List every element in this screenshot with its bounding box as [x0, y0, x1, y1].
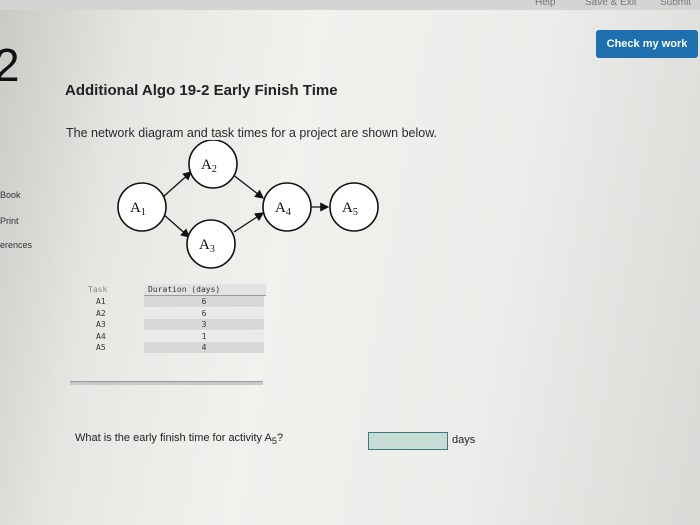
- question-number: 2: [0, 39, 20, 91]
- question-intro: The network diagram and task times for a…: [66, 126, 438, 140]
- prompt-text-end: ?: [276, 432, 284, 444]
- sidebar-item-book[interactable]: Book: [0, 190, 21, 200]
- edge-a1-a3: [162, 213, 190, 238]
- duration-cell: 6: [144, 296, 264, 307]
- sidebar-item-references[interactable]: erences: [0, 240, 32, 250]
- duration-cell: 3: [144, 319, 264, 330]
- table-row: A1 6: [82, 296, 264, 308]
- duration-cell: 6: [144, 307, 264, 319]
- duration-cell: 4: [144, 342, 264, 353]
- edge-a2-a4: [231, 173, 265, 199]
- table-row: A3 3: [82, 319, 264, 331]
- table-row: A5 4: [82, 342, 264, 354]
- table-header: Task Duration (days): [82, 284, 266, 296]
- help-link[interactable]: Help: [535, 0, 556, 8]
- header-task: Task: [88, 285, 108, 294]
- answer-unit: days: [452, 434, 476, 446]
- save-exit-link[interactable]: Save & Exit: [585, 0, 637, 8]
- table-bottom-rule: [70, 381, 263, 385]
- task-cell: A3: [96, 320, 106, 329]
- table-row: A2 6: [82, 307, 264, 320]
- task-cell: A4: [96, 331, 106, 341]
- network-diagram: A1 A2 A3 A4 A5: [117, 140, 379, 269]
- table-row: A4 1: [82, 330, 264, 343]
- task-cell: A1: [96, 297, 106, 306]
- question-title: Additional Algo 19-2 Early Finish Time: [65, 82, 338, 99]
- header-duration: Duration (days): [144, 284, 266, 296]
- prompt-text: What is the early finish time for activi…: [75, 432, 272, 444]
- answer-input[interactable]: [368, 432, 448, 450]
- edge-a3-a4: [233, 212, 265, 233]
- task-cell: A2: [96, 308, 106, 318]
- duration-cell: 1: [144, 330, 264, 342]
- sidebar-item-print[interactable]: Print: [0, 216, 19, 226]
- task-cell: A5: [96, 343, 106, 352]
- top-bar: Help Save & Exit Submit: [0, 0, 700, 10]
- edge-a1-a2: [162, 171, 192, 198]
- check-my-work-button[interactable]: Check my work: [596, 30, 698, 58]
- submit-link[interactable]: Submit: [660, 0, 691, 8]
- question-prompt: What is the early finish time for activi…: [75, 432, 283, 446]
- task-duration-table: Task Duration (days) A1 6 A2 6 A3 3 A4 1…: [82, 284, 266, 354]
